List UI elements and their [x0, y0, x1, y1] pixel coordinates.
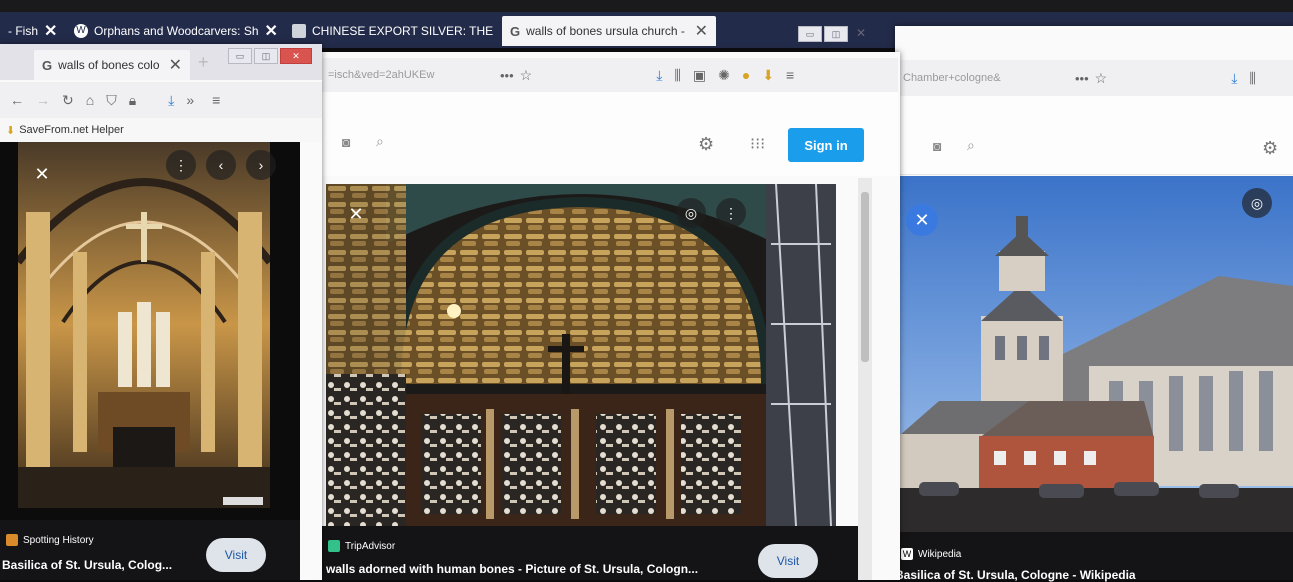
- visit-button-middle[interactable]: Visit: [758, 544, 818, 578]
- tab-walls-of-bones-left[interactable]: G walls of bones colo ✕: [34, 50, 190, 80]
- close-icon[interactable]: ✕: [265, 21, 278, 41]
- camera-icon[interactable]: ◙: [342, 134, 350, 150]
- bookmarks-bar: ⬇ SaveFrom.net Helper: [0, 118, 322, 142]
- scroll-thumb[interactable]: [861, 192, 869, 362]
- caption-right: W Wikipedia Basilica of St. Ursula, Colo…: [895, 532, 1293, 582]
- caption-middle: TripAdvisor walls adorned with human bon…: [320, 526, 858, 580]
- google-header-right: [895, 96, 1293, 175]
- tab-fish[interactable]: - Fish ✕: [0, 16, 62, 46]
- page-icon: [292, 24, 306, 38]
- url-field[interactable]: Chamber+cologne&: [903, 72, 1053, 84]
- tab-chinese-silver[interactable]: CHINESE EXPORT SILVER: THE ✕: [284, 16, 498, 46]
- search-icon[interactable]: ⌕: [967, 137, 975, 154]
- wikipedia-icon: W: [901, 548, 913, 560]
- google-icon: G: [510, 23, 521, 39]
- forward-icon[interactable]: →: [36, 92, 50, 108]
- reload-icon[interactable]: ↻: [62, 92, 74, 109]
- close-preview-button-middle[interactable]: ✕: [340, 198, 372, 230]
- image-church-interior[interactable]: [18, 142, 270, 508]
- caption-source: TripAdvisor: [345, 540, 396, 552]
- new-tab-button[interactable]: +: [198, 52, 209, 73]
- tab-label: Orphans and Woodcarvers: Sh: [94, 24, 259, 38]
- previous-image-icon[interactable]: ‹: [206, 150, 236, 180]
- tab-label: walls of bones ursula church -: [526, 24, 685, 38]
- search-icon[interactable]: ⌕: [376, 133, 384, 150]
- sign-in-button[interactable]: Sign in: [788, 128, 864, 162]
- extension-icon[interactable]: ✺: [718, 67, 730, 84]
- savefrom-icon[interactable]: ⬇: [762, 67, 774, 84]
- camera-icon[interactable]: ◙: [933, 138, 941, 154]
- close-preview-button-right[interactable]: ✕: [906, 204, 938, 236]
- library-icon[interactable]: ⫼: [674, 67, 680, 84]
- sidebar-icon[interactable]: ▣: [693, 67, 706, 84]
- lens-search-icon[interactable]: ◎: [676, 198, 706, 228]
- tab-orphans[interactable]: W Orphans and Woodcarvers: Sh ✕: [66, 16, 278, 46]
- close-icon[interactable]: ✕: [169, 55, 182, 75]
- tab-walls-of-bones[interactable]: G walls of bones ursula church - ✕: [502, 16, 716, 46]
- caption-source: Wikipedia: [918, 548, 962, 560]
- close-icon[interactable]: ✕: [44, 21, 57, 41]
- close-icon[interactable]: ✕: [695, 21, 708, 41]
- library-icon[interactable]: ⫼: [1249, 70, 1255, 87]
- toolbar-right: Chamber+cologne& ••• ☆ ⤓ ⫼: [895, 60, 1293, 96]
- image-basilica-exterior[interactable]: [899, 176, 1293, 532]
- close-window-icon[interactable]: ✕: [280, 48, 312, 64]
- window-controls-middle: ▭ ◫ ✕: [798, 26, 872, 42]
- next-image-icon[interactable]: ›: [246, 150, 276, 180]
- savefrom-icon: ⬇: [6, 124, 16, 137]
- caption-title[interactable]: Basilica of St. Ursula, Colog...: [2, 558, 172, 572]
- maximize-icon[interactable]: ◫: [254, 48, 278, 64]
- wordpress-icon: W: [74, 24, 88, 38]
- overflow-icon[interactable]: »: [186, 92, 194, 108]
- toolbar-left: ← → ↻ ⌂ ⛉ 🔒︎ ⤓ » ≡: [0, 82, 322, 118]
- visit-button-left[interactable]: Visit: [206, 538, 266, 572]
- close-preview-button-left[interactable]: ✕: [26, 158, 58, 190]
- bookmark-savefrom[interactable]: SaveFrom.net Helper: [19, 124, 124, 136]
- back-icon[interactable]: ←: [10, 92, 24, 108]
- image-bone-wall[interactable]: [326, 184, 836, 526]
- download-icon[interactable]: ⤓: [168, 92, 174, 109]
- bookmark-star-icon[interactable]: ☆: [1095, 70, 1108, 87]
- scrollbar-middle[interactable]: [858, 178, 872, 580]
- minimize-icon[interactable]: ▭: [798, 26, 822, 42]
- gear-icon[interactable]: ⚙: [698, 134, 714, 155]
- addon-icon[interactable]: ●: [742, 67, 750, 83]
- url-field[interactable]: =isch&ved=2ahUKEw: [328, 69, 488, 81]
- home-icon[interactable]: ⌂: [86, 92, 94, 108]
- lens-search-icon[interactable]: ◎: [1242, 188, 1272, 218]
- gear-icon[interactable]: ⚙: [1262, 138, 1278, 159]
- photo-frame-top: [0, 0, 1293, 12]
- shield-icon[interactable]: ⛉: [106, 92, 117, 109]
- maximize-icon[interactable]: ◫: [824, 26, 848, 42]
- page-actions-icon[interactable]: •••: [500, 68, 514, 83]
- lock-icon[interactable]: 🔒︎: [129, 92, 136, 109]
- download-icon[interactable]: ⤓: [1231, 70, 1237, 87]
- more-options-icon[interactable]: ⋮: [166, 150, 196, 180]
- caption-title[interactable]: walls adorned with human bones - Picture…: [326, 562, 698, 576]
- window-controls-left: ▭ ◫ ✕: [228, 48, 312, 64]
- page-actions-icon[interactable]: •••: [1075, 71, 1089, 86]
- download-icon[interactable]: ⤓: [656, 67, 662, 84]
- google-icon: G: [42, 57, 53, 73]
- more-options-icon[interactable]: ⋮: [716, 198, 746, 228]
- spotting-history-icon: [6, 534, 18, 546]
- menu-icon[interactable]: ≡: [212, 92, 220, 108]
- toolbar-middle: =isch&ved=2ahUKEw ••• ☆ ⤓ ⫼ ▣ ✺ ● ⬇ ≡: [320, 58, 898, 92]
- close-window-icon[interactable]: ✕: [850, 26, 872, 40]
- tab-label: - Fish: [8, 24, 38, 38]
- caption-left: Spotting History Basilica of St. Ursula,…: [0, 520, 300, 580]
- bookmark-star-icon[interactable]: ☆: [520, 67, 533, 84]
- tab-label: walls of bones colo: [58, 58, 160, 72]
- minimize-icon[interactable]: ▭: [228, 48, 252, 64]
- caption-source: Spotting History: [23, 534, 94, 546]
- apps-grid-icon[interactable]: ⁝⁝⁝: [750, 134, 765, 154]
- tripadvisor-icon: [328, 540, 340, 552]
- menu-icon[interactable]: ≡: [786, 67, 794, 83]
- tab-label: CHINESE EXPORT SILVER: THE: [312, 24, 494, 38]
